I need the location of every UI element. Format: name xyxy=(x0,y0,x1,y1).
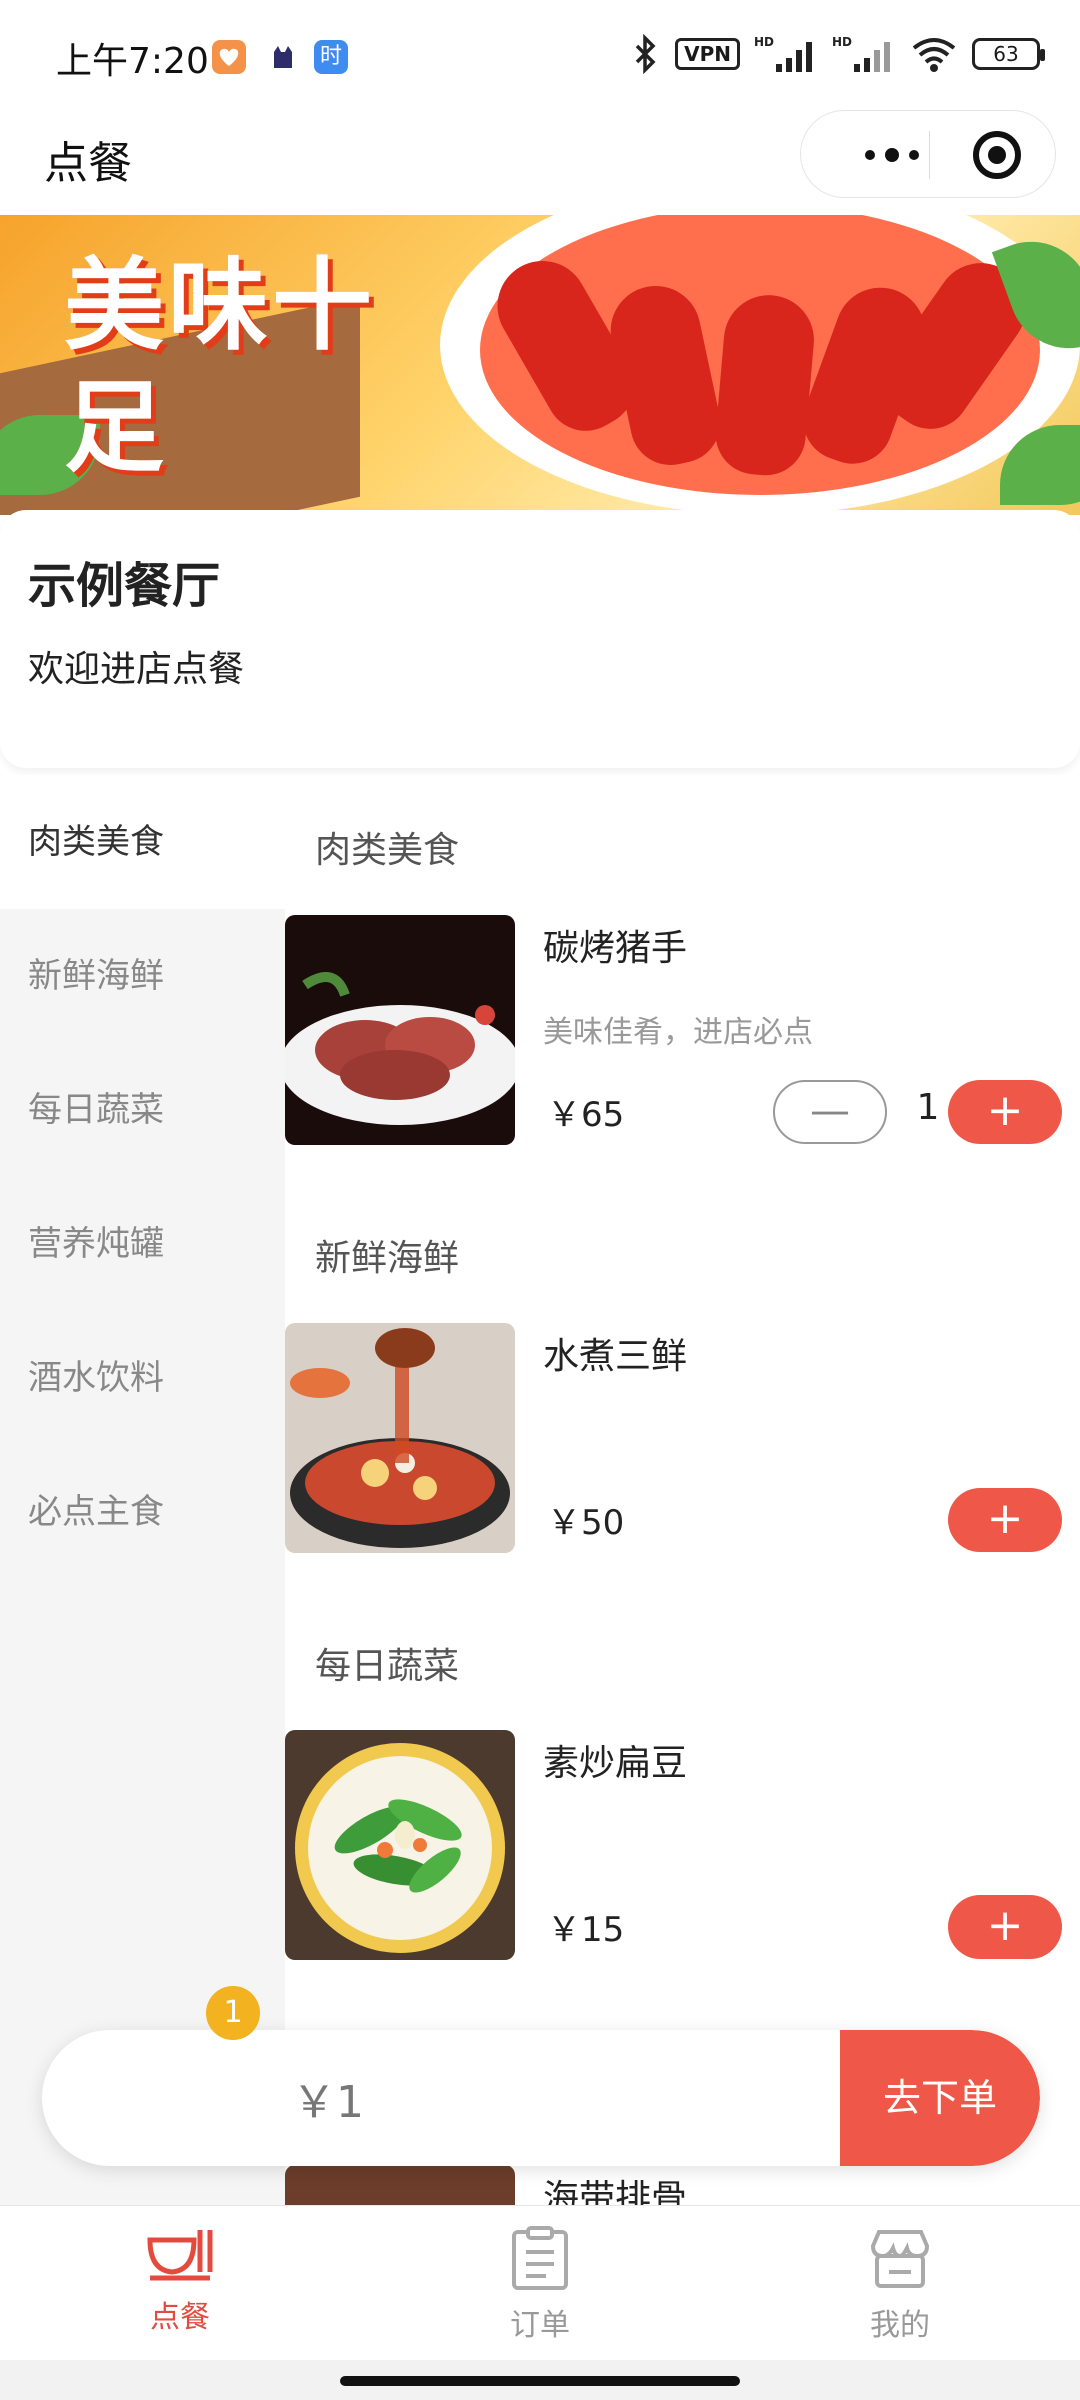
page-title: 点餐 xyxy=(44,138,132,189)
dish-image-pork-trotter[interactable] xyxy=(285,915,515,1145)
dish-image-seafood-pot[interactable] xyxy=(285,1323,515,1553)
section-title: 每日蔬菜 xyxy=(315,1646,460,1687)
category-item-stew[interactable]: 营养炖罐 xyxy=(0,1177,285,1311)
dish-item: 素炒扁豆 ￥15 + xyxy=(285,1730,1080,1960)
more-menu-icon[interactable] xyxy=(837,135,947,175)
mini-program-capsule xyxy=(800,110,1056,198)
dish-price: ￥50 xyxy=(547,1503,625,1543)
signal-2-icon: HD xyxy=(832,35,890,72)
shop-name: 示例餐厅 xyxy=(28,558,221,614)
home-indicator[interactable] xyxy=(340,2376,740,2386)
tab-label: 订单 xyxy=(510,2308,570,2343)
time-app-icon: 时 xyxy=(314,40,348,74)
store-icon xyxy=(870,2230,930,2288)
status-icons: VPN HD HD 63 xyxy=(631,34,1045,74)
svg-text:HD: HD xyxy=(832,35,852,49)
checkout-button[interactable]: 去下单 xyxy=(840,2030,1040,2166)
dish-item: 碳烤猪手 美味佳肴，进店必点 ￥65 — 1 + xyxy=(285,915,1080,1145)
tab-bar: 点餐 订单 我的 xyxy=(0,2205,1080,2360)
category-item-staples[interactable]: 必点主食 xyxy=(0,1445,285,1579)
add-dish-button[interactable]: + xyxy=(948,1080,1062,1144)
tab-label: 我的 xyxy=(870,2308,930,2343)
signal-icon: HD xyxy=(754,35,812,72)
menu-list[interactable]: 肉类美食 碳烤猪手 美味佳肴，进店必点 ￥65 — 1 + 新鲜海鲜 水煮三鲜 … xyxy=(285,775,1080,2205)
tab-orders[interactable]: 订单 xyxy=(440,2226,640,2344)
promo-banner: 美味十足 xyxy=(0,215,1080,515)
clipboard-icon xyxy=(512,2226,568,2290)
add-dish-button[interactable]: + xyxy=(948,1488,1062,1552)
add-dish-button[interactable]: + xyxy=(948,1895,1062,1959)
dish-image-green-beans[interactable] xyxy=(285,1730,515,1960)
banner-slogan: 美味十足 xyxy=(64,247,376,486)
dish-image-kelp-ribs[interactable] xyxy=(285,2165,515,2205)
category-item-vegetables[interactable]: 每日蔬菜 xyxy=(0,1043,285,1177)
bluetooth-icon xyxy=(635,34,656,74)
dish-name: 水煮三鲜 xyxy=(543,1336,688,1377)
dish-name: 素炒扁豆 xyxy=(543,1743,688,1784)
dish-price: ￥15 xyxy=(547,1910,625,1950)
dish-item: 水煮三鲜 ￥50 + xyxy=(285,1323,1080,1553)
category-item-meat[interactable]: 肉类美食 xyxy=(0,775,285,909)
svg-text:HD: HD xyxy=(754,35,774,49)
cart-bar[interactable]: ￥1 去下单 xyxy=(42,2030,1040,2166)
wifi-icon xyxy=(912,38,956,72)
bowl-icon xyxy=(147,2230,213,2281)
cart-total: ￥1 xyxy=(292,2077,364,2128)
health-app-icon xyxy=(212,40,246,74)
dish-description: 美味佳肴，进店必点 xyxy=(543,1015,813,1050)
capsule-divider xyxy=(929,131,930,179)
crayfish-graphic xyxy=(712,291,818,479)
dish-name: 海带排骨 xyxy=(543,2178,688,2205)
cart-count-badge: 1 xyxy=(206,1986,260,2040)
nav-bar: 点餐 xyxy=(0,105,1080,215)
tab-profile[interactable]: 我的 xyxy=(800,2226,1000,2344)
dish-item: 海带排骨 xyxy=(285,2165,1080,2205)
dish-price: ￥65 xyxy=(547,1095,625,1135)
battery-indicator: 63 xyxy=(972,38,1045,70)
decrease-quantity-button[interactable]: — xyxy=(773,1080,887,1144)
dish-name: 碳烤猪手 xyxy=(543,928,688,969)
section-title: 新鲜海鲜 xyxy=(315,1238,460,1279)
category-item-drinks[interactable]: 酒水饮料 xyxy=(0,1311,285,1445)
tab-label: 点餐 xyxy=(150,2300,210,2335)
status-time: 上午7:20 xyxy=(56,41,209,82)
status-bar: 上午7:20 时 VPN HD HD 63 xyxy=(0,0,1080,105)
cat-app-icon xyxy=(266,40,300,74)
category-item-seafood[interactable]: 新鲜海鲜 xyxy=(0,909,285,1043)
dish-quantity: 1 xyxy=(916,1087,940,1128)
shop-description: 欢迎进店点餐 xyxy=(28,649,245,690)
close-target-icon[interactable] xyxy=(973,131,1021,179)
section-title: 肉类美食 xyxy=(315,830,460,871)
tab-order-food[interactable]: 点餐 xyxy=(80,2226,280,2336)
shop-info-card: 示例餐厅 欢迎进店点餐 xyxy=(0,510,1080,768)
vpn-badge: VPN xyxy=(675,38,740,70)
